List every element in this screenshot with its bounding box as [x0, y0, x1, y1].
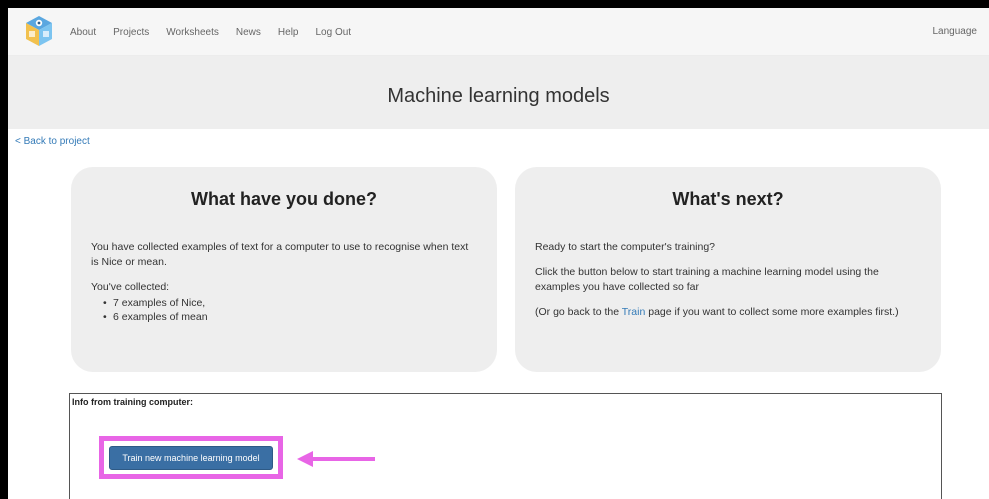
collected-label: You've collected: [91, 281, 170, 293]
nav-projects[interactable]: Projects [113, 27, 149, 38]
nav-help[interactable]: Help [278, 27, 299, 38]
nav-logout[interactable]: Log Out [315, 27, 351, 38]
instructions-text: Click the button below to start training… [535, 266, 879, 293]
train-page-link[interactable]: Train [622, 306, 646, 318]
nav-news[interactable]: News [236, 27, 261, 38]
top-navbar: About Projects Worksheets News Help Log … [8, 8, 989, 56]
what-have-you-done-card: What have you done? You have collected e… [71, 167, 497, 372]
back-to-project-link[interactable]: < Back to project [15, 136, 90, 147]
train-model-button[interactable]: Train new machine learning model [109, 446, 273, 470]
language-menu[interactable]: Language [933, 8, 978, 56]
whats-next-card: What's next? Ready to start the computer… [515, 167, 941, 372]
nav-links: About Projects Worksheets News Help Log … [70, 8, 368, 56]
description-text: You have collected examples of text for … [91, 241, 469, 268]
go-back-suffix: page if you want to collect some more ex… [645, 306, 899, 318]
list-item: 6 examples of mean [103, 310, 477, 324]
go-back-text: (Or go back to the Train page if you wan… [535, 305, 921, 320]
logo-icon[interactable] [24, 14, 54, 48]
nav-about[interactable]: About [70, 27, 96, 38]
list-item: 7 examples of Nice, [103, 296, 477, 310]
title-banner: Machine learning models [8, 56, 989, 129]
collected-list: 7 examples of Nice, 6 examples of mean [103, 296, 477, 324]
ready-text: Ready to start the computer's training? [535, 241, 716, 253]
go-back-prefix: (Or go back to the [535, 306, 622, 318]
nav-worksheets[interactable]: Worksheets [166, 27, 219, 38]
card-title: What have you done? [190, 189, 377, 209]
training-info-label: Info from training computer: [72, 397, 193, 407]
app-frame: About Projects Worksheets News Help Log … [8, 8, 989, 499]
arrow-left-icon [297, 451, 375, 467]
card-title: What's next? [672, 189, 784, 209]
page-title: Machine learning models [387, 85, 610, 107]
